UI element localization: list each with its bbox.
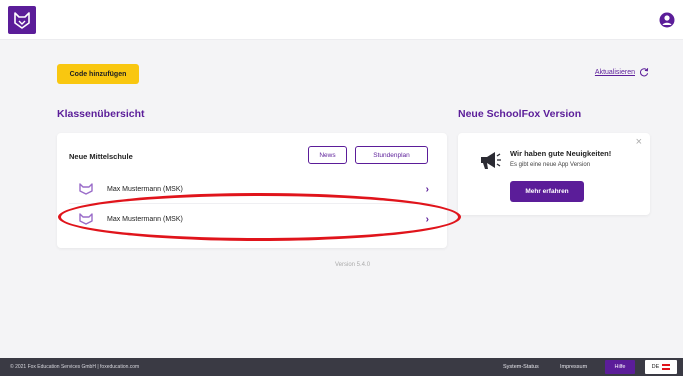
fox-logo-icon[interactable] xyxy=(8,6,36,34)
refresh-link[interactable]: Aktualisieren xyxy=(595,67,649,77)
language-label: DE xyxy=(651,364,660,370)
refresh-icon xyxy=(640,68,649,77)
news-subtext: Es gibt eine neue App Version xyxy=(510,162,591,168)
version-label: Version 5.4.0 xyxy=(335,262,371,268)
student-fox-icon xyxy=(79,213,93,225)
news-panel-title: Neue SchoolFox Version xyxy=(458,108,582,120)
news-card: × Wir haben gute Neuigkeiten! Es gibt ei… xyxy=(458,133,650,215)
chevron-right-icon: › xyxy=(425,213,429,225)
user-account-icon[interactable] xyxy=(659,12,675,28)
system-status-link[interactable]: System-Status xyxy=(503,364,539,370)
news-headline: Wir haben gute Neuigkeiten! xyxy=(510,149,612,158)
refresh-label: Aktualisieren xyxy=(594,68,635,76)
student-row[interactable]: Max Mustermann (MSK) › xyxy=(57,177,447,201)
school-name: Neue Mittelschule xyxy=(69,152,133,161)
top-bar xyxy=(0,0,683,40)
student-row[interactable]: Max Mustermann (MSK) › xyxy=(57,207,447,231)
divider xyxy=(69,203,435,204)
chevron-right-icon: › xyxy=(425,183,429,195)
class-overview-title: Klassenübersicht xyxy=(57,108,145,120)
add-code-button[interactable]: Code hinzufügen xyxy=(57,64,139,84)
class-card: Neue Mittelschule News Stundenplan Max M… xyxy=(57,133,447,248)
learn-more-button[interactable]: Mehr erfahren xyxy=(510,181,584,202)
student-name: Max Mustermann (MSK) xyxy=(107,185,183,193)
help-button[interactable]: Hilfe xyxy=(605,360,635,374)
close-icon[interactable]: × xyxy=(636,136,642,148)
student-name: Max Mustermann (MSK) xyxy=(107,215,183,223)
impressum-link[interactable]: Impressum xyxy=(560,364,587,370)
news-button[interactable]: News xyxy=(308,146,347,164)
footer-copyright[interactable]: © 2021 Fox Education Services GmbH | fox… xyxy=(10,364,139,370)
austria-flag-icon xyxy=(662,364,671,370)
megaphone-icon xyxy=(481,152,501,169)
student-fox-icon xyxy=(79,183,93,195)
footer: © 2021 Fox Education Services GmbH | fox… xyxy=(0,358,683,376)
timetable-button[interactable]: Stundenplan xyxy=(355,146,428,164)
language-selector[interactable]: DE xyxy=(645,360,677,374)
